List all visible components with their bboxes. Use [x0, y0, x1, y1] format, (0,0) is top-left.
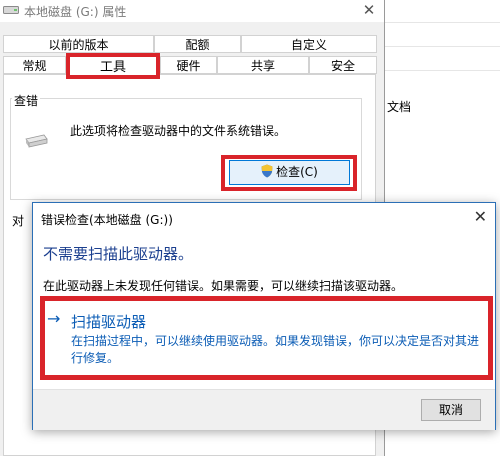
check-button[interactable]: 检查(C) — [229, 160, 350, 185]
hdd-icon — [25, 134, 48, 148]
scan-drive-option[interactable]: → 扫描驱动器 在扫描过程中，可以继续使用驱动器。如果发现错误，你可以决定是否对… — [47, 303, 487, 373]
uac-shield-icon — [261, 164, 273, 178]
properties-titlebar: 本地磁盘 (G:) 属性 ✕ — [0, 0, 384, 22]
check-button-label: 检查(C) — [276, 165, 318, 179]
dialog-title: 错误检查(本地磁盘 (G:)) — [41, 213, 173, 227]
arrow-right-icon: → — [47, 309, 61, 328]
optimize-group-label: 对 — [12, 214, 25, 228]
background-label: 文档 — [387, 100, 412, 114]
dialog-footer: 取消 — [33, 389, 495, 430]
tab-previous-versions[interactable]: 以前的版本 — [3, 35, 154, 53]
tab-quota[interactable]: 配额 — [154, 35, 241, 53]
error-checking-dialog: 错误检查(本地磁盘 (G:)) ✕ 不需要扫描此驱动器。 在此驱动器上未发现任何… — [32, 202, 496, 430]
scan-option-description: 在扫描过程中，可以继续使用驱动器。如果发现错误，你可以决定是否对其进行修复。 — [71, 334, 480, 365]
tab-general[interactable]: 常规 — [3, 56, 66, 74]
tab-tools[interactable]: 工具 — [66, 53, 160, 79]
scan-option-title: 扫描驱动器 — [71, 313, 147, 331]
dialog-message: 在此驱动器上未发现任何错误。如果需要，可以继续扫描该驱动器。 — [43, 279, 404, 293]
check-description: 此选项将检查驱动器中的文件系统错误。 — [70, 124, 287, 138]
close-icon[interactable]: ✕ — [354, 0, 384, 22]
background-divider — [385, 22, 500, 23]
background-divider — [385, 46, 500, 47]
close-icon[interactable]: ✕ — [474, 207, 487, 226]
tab-customize[interactable]: 自定义 — [241, 35, 377, 53]
dialog-heading: 不需要扫描此驱动器。 — [43, 245, 194, 263]
properties-title: 本地磁盘 (G:) 属性 — [24, 5, 127, 19]
group-label: 查错 — [12, 92, 41, 109]
tab-hardware[interactable]: 硬件 — [160, 56, 217, 74]
tab-security[interactable]: 安全 — [309, 56, 377, 74]
tab-sharing[interactable]: 共享 — [217, 56, 309, 74]
background-divider — [385, 70, 500, 71]
drive-icon — [3, 6, 19, 14]
cancel-button[interactable]: 取消 — [421, 399, 481, 421]
